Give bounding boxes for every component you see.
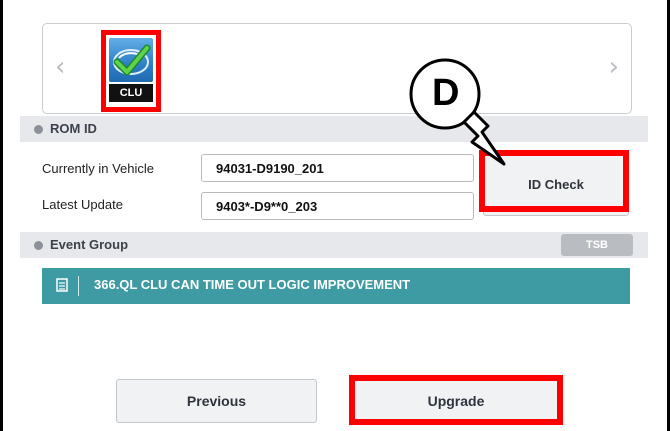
current-version-value: 94031-D9190_201 bbox=[216, 161, 324, 176]
rom-id-title: ROM ID bbox=[50, 121, 97, 136]
event-group-title: Event Group bbox=[50, 237, 129, 252]
section-bullet-icon bbox=[34, 241, 43, 250]
clu-module-tile[interactable]: CLU bbox=[101, 30, 161, 112]
latest-version-value: 9403*-D9**0_203 bbox=[216, 199, 318, 214]
document-icon bbox=[56, 278, 68, 292]
tsb-button[interactable]: TSB bbox=[561, 234, 633, 256]
module-carousel: ‹ CLU › bbox=[42, 23, 632, 114]
carousel-next-icon[interactable]: › bbox=[609, 54, 619, 80]
current-version-label: Currently in Vehicle bbox=[42, 161, 154, 176]
upgrade-panel: ‹ CLU › ROM ID Currently in Vehicle 9403… bbox=[20, 6, 648, 431]
event-group-section-header: Event Group bbox=[20, 232, 648, 258]
clu-gauge-icon bbox=[109, 38, 153, 82]
section-bullet-icon bbox=[34, 125, 43, 134]
callout-d: D bbox=[398, 56, 508, 168]
latest-version-field: 9403*-D9**0_203 bbox=[201, 192, 474, 220]
carousel-prev-icon[interactable]: ‹ bbox=[55, 54, 65, 80]
event-title: 366.QL CLU CAN TIME OUT LOGIC IMPROVEMEN… bbox=[94, 277, 411, 292]
event-list-item[interactable]: 366.QL CLU CAN TIME OUT LOGIC IMPROVEMEN… bbox=[42, 268, 630, 304]
latest-version-label: Latest Update bbox=[42, 197, 123, 212]
previous-button[interactable]: Previous bbox=[116, 379, 317, 423]
rom-id-section-header: ROM ID bbox=[20, 116, 648, 142]
callout-letter: D bbox=[432, 72, 460, 114]
upgrade-button[interactable]: Upgrade bbox=[353, 379, 559, 423]
clu-module-label: CLU bbox=[109, 84, 153, 102]
event-divider bbox=[78, 276, 79, 296]
